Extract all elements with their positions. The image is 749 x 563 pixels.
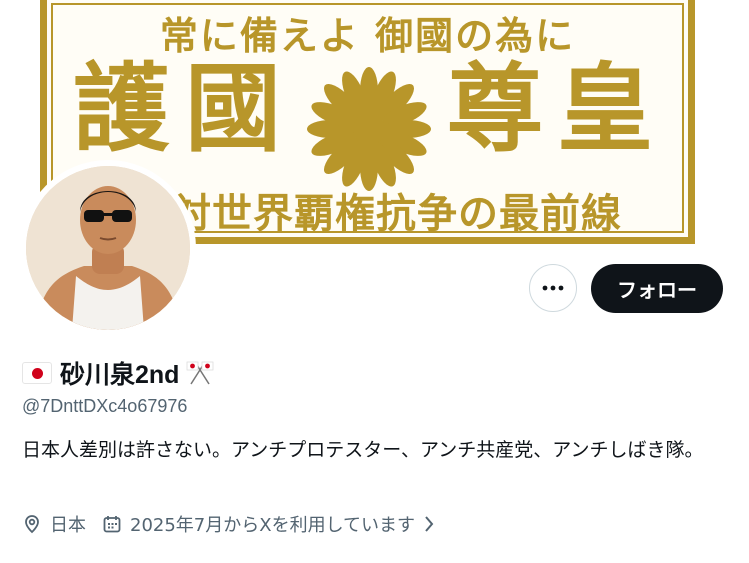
chevron-right-icon[interactable] xyxy=(423,515,435,533)
location-pin-icon xyxy=(22,514,42,534)
banner-subtitle: 対世界覇権抗争の最前線 xyxy=(171,190,622,237)
banner-char-4: 皇 xyxy=(557,52,653,165)
profile-meta: 日本 2025年7月からXを利用しています xyxy=(22,510,435,538)
banner-char-3: 尊 xyxy=(447,52,543,165)
chrysanthemum-crest-icon xyxy=(307,67,431,191)
more-button[interactable] xyxy=(529,264,577,312)
japan-flag-icon xyxy=(22,362,52,384)
user-handle: @7DnttDXc4o67976 xyxy=(22,396,188,416)
joined-date: 2025年7月からXを利用しています xyxy=(130,515,416,536)
profile-bio: 日本人差別は許さない。アンチプロテスター、アンチ共産党、アンチしばき隊。 xyxy=(22,439,704,461)
banner-slogan: 常に備えよ 御國の為に xyxy=(159,13,576,58)
banner-char-2: 國 xyxy=(185,52,281,165)
display-name-row: 砂川泉2nd xyxy=(22,356,215,390)
display-name: 砂川泉2nd xyxy=(60,361,180,389)
crossed-flags-icon xyxy=(187,361,214,385)
follow-button[interactable]: フォロー xyxy=(591,264,723,313)
location-text: 日本 xyxy=(50,515,86,536)
avatar[interactable] xyxy=(26,166,190,330)
avatar-frame xyxy=(20,160,196,336)
banner-char-1: 護 xyxy=(73,52,169,165)
more-icon xyxy=(542,285,564,291)
calendar-icon xyxy=(102,514,122,534)
